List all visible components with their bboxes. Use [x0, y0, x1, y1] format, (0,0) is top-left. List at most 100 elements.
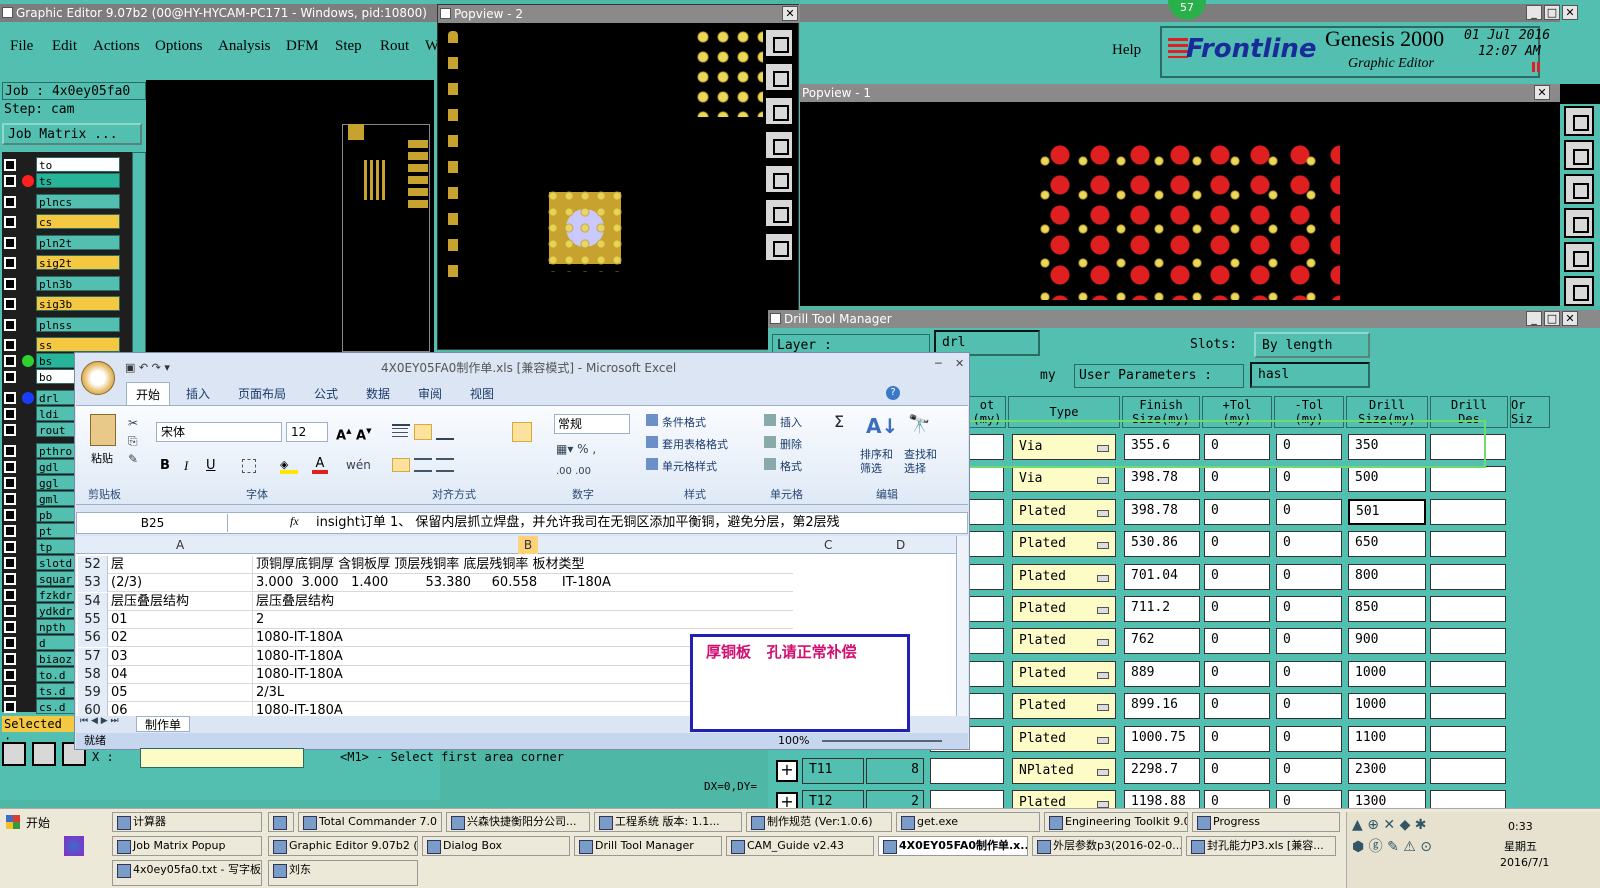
- menu-edit[interactable]: Edit: [52, 38, 77, 55]
- close-button[interactable]: ✕: [1562, 5, 1578, 20]
- layer-checkbox[interactable]: [4, 216, 16, 228]
- fill-color-icon[interactable]: ◈: [280, 458, 298, 474]
- user-params-field[interactable]: hasl: [1250, 362, 1370, 388]
- drill-type-select[interactable]: Plated: [1012, 628, 1116, 655]
- coord-input[interactable]: [140, 748, 304, 768]
- tool-icon-b[interactable]: [32, 742, 56, 766]
- tab-data[interactable]: 数据: [366, 382, 390, 406]
- pan-right-icon[interactable]: [764, 164, 794, 194]
- row-number[interactable]: 57: [78, 647, 108, 666]
- align-icons[interactable]: [392, 424, 522, 474]
- paste-icon[interactable]: [90, 414, 116, 446]
- drill-size-field[interactable]: 2300: [1348, 758, 1426, 784]
- plus-tol-field[interactable]: 0: [1204, 531, 1270, 558]
- close-button[interactable]: ✕: [1562, 311, 1578, 326]
- tool-icon-a[interactable]: [2, 742, 26, 766]
- quick-access-toolbar[interactable]: ▣ ↶ ↷ ▾: [125, 361, 235, 377]
- formula-input[interactable]: insight订单 1、 保留内层抓立焊盘，并允许我司在无铜区添加平衡铜，避免分…: [316, 514, 942, 532]
- tab-home[interactable]: 开始: [126, 382, 170, 406]
- plus-tol-field[interactable]: 0: [1204, 563, 1270, 590]
- cell-b[interactable]: 2: [256, 611, 792, 629]
- finish-size-field[interactable]: 398.78: [1124, 498, 1200, 525]
- maximize-button[interactable]: □: [1544, 5, 1560, 20]
- cell-b[interactable]: 3.000 3.000 1.400 53.380 60.558 IT-180A: [256, 574, 792, 592]
- find-select-icon[interactable]: 🔭: [908, 414, 936, 442]
- pan-left-icon[interactable]: [1564, 208, 1594, 238]
- taskbar-item[interactable]: Progress: [1192, 812, 1340, 832]
- row-number[interactable]: 56: [78, 629, 108, 648]
- row-number[interactable]: 52: [78, 556, 108, 574]
- minus-tol-field[interactable]: 0: [1276, 693, 1342, 720]
- drill-type-select[interactable]: Plated: [1012, 693, 1116, 720]
- taskbar-item[interactable]: Dialog Box: [422, 836, 570, 856]
- layer-checkbox[interactable]: [4, 557, 16, 569]
- minimize-button[interactable]: _: [1526, 311, 1542, 326]
- taskbar-item[interactable]: [268, 812, 294, 832]
- plus-tol-field[interactable]: 0: [1204, 498, 1270, 525]
- col-header-c[interactable]: C: [824, 536, 832, 554]
- align-left-icon[interactable]: [392, 458, 410, 472]
- tab-formulas[interactable]: 公式: [314, 382, 338, 406]
- layer-checkbox[interactable]: [4, 445, 16, 457]
- row-number[interactable]: 53: [78, 574, 108, 593]
- cell-b[interactable]: 层压叠层结构: [256, 593, 792, 611]
- taskbar-item[interactable]: 刘东: [268, 860, 418, 886]
- drill-type-select[interactable]: Plated: [1012, 660, 1116, 687]
- plus-tol-field[interactable]: 0: [1204, 758, 1270, 784]
- font-name-select[interactable]: 宋体: [156, 422, 282, 442]
- minus-tol-field[interactable]: 0: [1276, 725, 1342, 752]
- popview-1-titlebar[interactable]: Popview - 1: [800, 84, 1560, 102]
- sort-filter-icon[interactable]: A↓: [866, 414, 898, 442]
- minus-tol-field[interactable]: 0: [1276, 466, 1342, 493]
- plus-tol-field[interactable]: 0: [1204, 660, 1270, 687]
- drill-des-field[interactable]: [1430, 725, 1506, 752]
- layer-checkbox[interactable]: [4, 298, 16, 310]
- drill-size-field[interactable]: 650: [1348, 531, 1426, 558]
- layer-checkbox[interactable]: [4, 159, 16, 171]
- layer-row-pln2t[interactable]: pln2t: [4, 235, 120, 250]
- drill-des-field[interactable]: [1430, 758, 1506, 784]
- zoom-window-icon[interactable]: [1564, 106, 1594, 136]
- taskbar-item[interactable]: 计算器: [112, 812, 262, 832]
- drill-size-field[interactable]: 1100: [1348, 725, 1426, 752]
- layer-checkbox[interactable]: [4, 371, 16, 383]
- delete-cells-button[interactable]: 删除: [780, 436, 802, 452]
- find-select-button[interactable]: 查找和 选择: [904, 448, 937, 476]
- layer-checkbox[interactable]: [4, 685, 16, 697]
- layer-checkbox[interactable]: [4, 278, 16, 290]
- drill-size-field[interactable]: 900: [1348, 628, 1426, 655]
- zoom-out-icon[interactable]: [764, 96, 794, 126]
- cell-a[interactable]: 层: [111, 556, 253, 574]
- decimal-icons[interactable]: .00 .00: [556, 466, 591, 477]
- layer-checkbox[interactable]: [4, 461, 16, 473]
- conditional-format-button[interactable]: 条件格式: [662, 414, 706, 430]
- layer-row-ss[interactable]: ss: [4, 337, 120, 352]
- paste-button[interactable]: 粘贴: [91, 450, 113, 466]
- drill-size-field[interactable]: 1000: [1348, 660, 1426, 687]
- sheet-row[interactable]: 59 05 2/3L: [78, 684, 793, 703]
- finish-size-field[interactable]: 889: [1124, 660, 1200, 687]
- layer-checkbox[interactable]: [4, 637, 16, 649]
- phonetic-icon[interactable]: wén: [346, 458, 371, 472]
- layer-row-ts[interactable]: ts: [4, 173, 120, 188]
- taskbar-item[interactable]: Total Commander 7.0 ...: [298, 812, 442, 832]
- sum-icon[interactable]: Σ: [834, 412, 844, 431]
- layer-checkbox[interactable]: [4, 653, 16, 665]
- quicklaunch-icon[interactable]: [64, 836, 84, 856]
- minus-tol-field[interactable]: 0: [1276, 660, 1342, 687]
- pan-left-icon[interactable]: [764, 130, 794, 160]
- drill-des-field[interactable]: [1430, 596, 1506, 622]
- sort-filter-button[interactable]: 排序和 筛选: [860, 448, 893, 476]
- layer-row-cs[interactable]: cs: [4, 214, 120, 229]
- taskbar-item[interactable]: get.exe: [896, 812, 1040, 832]
- drill-ot-field[interactable]: [930, 758, 1004, 784]
- format-cells-button[interactable]: 格式: [780, 458, 802, 474]
- drill-type-select[interactable]: Via: [1012, 466, 1116, 493]
- drill-type-select[interactable]: NPlated: [1012, 758, 1116, 784]
- fit-icon[interactable]: [764, 198, 794, 228]
- layer-checkbox[interactable]: [4, 701, 16, 713]
- help-menu[interactable]: Help: [1112, 42, 1141, 59]
- number-format-select[interactable]: 常规: [554, 414, 630, 434]
- taskbar-item[interactable]: Job Matrix Popup: [112, 836, 262, 856]
- layer-checkbox[interactable]: [4, 589, 16, 601]
